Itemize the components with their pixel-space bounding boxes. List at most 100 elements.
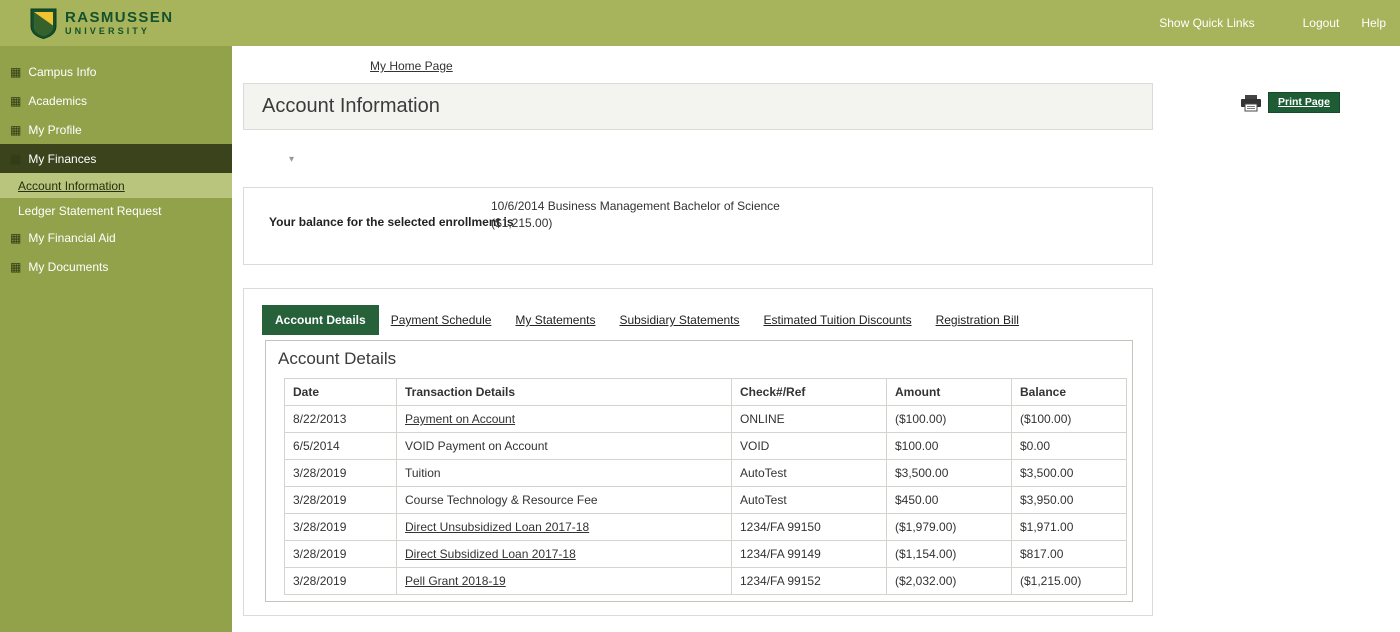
sidebar: ▦Campus Info▦Academics▦My Profile▦My Fin…	[0, 46, 232, 632]
sidebar-item-label: My Profile	[28, 123, 81, 137]
table-row: 3/28/2019 Direct Unsubsidized Loan 2017-1…	[285, 514, 1127, 541]
sidebar-item-my-finances[interactable]: ▦ My Finances	[0, 144, 232, 173]
cell-details: VOID Payment on Account	[397, 433, 732, 460]
cell-balance: $1,971.00	[1012, 514, 1127, 541]
sidebar-item-label: My Finances	[28, 152, 96, 166]
sidebar-item-label: Academics	[28, 94, 87, 108]
brand-subname: UNIVERSITY	[65, 27, 173, 36]
sidebar-item-my-documents[interactable]: ▦ My Documents	[0, 252, 232, 281]
column-header-amount: Amount	[887, 379, 1012, 406]
transaction-link[interactable]: Direct Unsubsidized Loan 2017-18	[405, 520, 589, 534]
cell-ref: 1234/FA 99150	[732, 514, 887, 541]
cell-amount: $450.00	[887, 487, 1012, 514]
help-link[interactable]: Help	[1361, 16, 1386, 30]
table-row: 3/28/2019 Direct Subsidized Loan 2017-18 1…	[285, 541, 1127, 568]
transaction-link[interactable]: Direct Subsidized Loan 2017-18	[405, 547, 576, 561]
table-row: 3/28/2019Course Technology & Resource Fe…	[285, 487, 1127, 514]
cell-date: 3/28/2019	[285, 568, 397, 595]
column-header-transaction-details: Transaction Details	[397, 379, 732, 406]
column-header-check-ref: Check#/Ref	[732, 379, 887, 406]
topbar-links: Show Quick Links Logout Help	[1137, 16, 1386, 30]
table-row: 8/22/2013Payment on AccountONLINE($100.0…	[285, 406, 1127, 433]
transactions-table: DateTransaction DetailsCheck#/RefAmountB…	[284, 378, 1127, 595]
section-title: Account Details	[278, 349, 1132, 369]
sidebar-item-label: My Documents	[28, 260, 108, 274]
page-title: Account Information	[244, 84, 1152, 129]
grid-icon: ▦	[10, 124, 21, 136]
sidebar-item-label: My Financial Aid	[28, 231, 115, 245]
cell-date: 6/5/2014	[285, 433, 397, 460]
table-row: 6/5/2014VOID Payment on AccountVOID$100.…	[285, 433, 1127, 460]
sidebar-item-label: Account Information	[18, 179, 125, 193]
brand-name: RASMUSSEN	[65, 10, 173, 26]
grid-icon: ▦	[10, 261, 21, 273]
grid-icon: ▦	[10, 232, 21, 244]
grid-icon: ▦	[10, 153, 21, 165]
cell-balance: $3,500.00	[1012, 460, 1127, 487]
cell-amount: ($1,979.00)	[887, 514, 1012, 541]
cell-date: 3/28/2019	[285, 514, 397, 541]
chevron-down-icon: ▾	[289, 155, 294, 165]
main-content: My Home Page Account Information Print P…	[232, 46, 1400, 632]
sidebar-item-ledger-statement-request[interactable]: Ledger Statement Request	[0, 198, 232, 223]
sidebar-item-label: Ledger Statement Request	[18, 204, 161, 218]
cell-details: Tuition	[397, 460, 732, 487]
cell-amount: $3,500.00	[887, 460, 1012, 487]
tab-estimated-tuition-discounts[interactable]: Estimated Tuition Discounts	[752, 305, 924, 335]
cell-ref: VOID	[732, 433, 887, 460]
enrollment-dropdown[interactable]: ▾	[246, 151, 294, 169]
sidebar-item-my-financial-aid[interactable]: ▦ My Financial Aid	[0, 223, 232, 252]
grid-icon: ▦	[10, 95, 21, 107]
cell-date: 8/22/2013	[285, 406, 397, 433]
sidebar-item-label: Campus Info	[28, 65, 96, 79]
cell-amount: ($1,154.00)	[887, 541, 1012, 568]
cell-details: Pell Grant 2018-19	[397, 568, 732, 595]
sidebar-item-campus-info[interactable]: ▦Campus Info	[0, 57, 232, 86]
account-details-box: Account Details DateTransaction DetailsC…	[265, 340, 1133, 602]
tab-payment-schedule[interactable]: Payment Schedule	[379, 305, 504, 335]
print-area: Print Page	[1240, 92, 1340, 113]
cell-amount: ($2,032.00)	[887, 568, 1012, 595]
transaction-link[interactable]: Payment on Account	[405, 412, 515, 426]
table-row: 3/28/2019TuitionAutoTest$3,500.00$3,500.…	[285, 460, 1127, 487]
sidebar-menu: ▦Campus Info▦Academics▦My Profile▦My Fin…	[0, 46, 232, 281]
balance-amount: ($1,215.00)	[491, 216, 552, 230]
column-header-balance: Balance	[1012, 379, 1127, 406]
balance-panel: Your balance for the selected enrollment…	[243, 187, 1153, 265]
sidebar-item-academics[interactable]: ▦ Academics	[0, 86, 232, 115]
cell-date: 3/28/2019	[285, 541, 397, 568]
cell-ref: AutoTest	[732, 460, 887, 487]
tab-registration-bill[interactable]: Registration Bill	[924, 305, 1031, 335]
cell-date: 3/28/2019	[285, 460, 397, 487]
column-header-date: Date	[285, 379, 397, 406]
my-home-page-link[interactable]: My Home Page	[370, 59, 453, 73]
topbar: RASMUSSEN UNIVERSITY Show Quick Links Log…	[0, 0, 1400, 46]
enrollment-description: 10/6/2014 Business Management Bachelor o…	[491, 199, 780, 213]
print-page-button[interactable]: Print Page	[1268, 92, 1340, 113]
cell-ref: 1234/FA 99149	[732, 541, 887, 568]
sidebar-item-my-profile[interactable]: ▦ My Profile	[0, 115, 232, 144]
cell-balance: ($1,215.00)	[1012, 568, 1127, 595]
cell-balance: $0.00	[1012, 433, 1127, 460]
brand-text: RASMUSSEN UNIVERSITY	[65, 10, 173, 36]
tab-my-statements[interactable]: My Statements	[503, 305, 607, 335]
cell-balance: $3,950.00	[1012, 487, 1127, 514]
printer-icon	[1240, 94, 1262, 112]
cell-details: Course Technology & Resource Fee	[397, 487, 732, 514]
account-tabs-panel: Account DetailsPayment ScheduleMy Statem…	[243, 288, 1153, 616]
tab-subsidiary-statements[interactable]: Subsidiary Statements	[607, 305, 751, 335]
university-logo: RASMUSSEN UNIVERSITY	[30, 8, 173, 39]
cell-amount: $100.00	[887, 433, 1012, 460]
balance-label: Your balance for the selected enrollment…	[269, 215, 514, 229]
tab-row: Account DetailsPayment ScheduleMy Statem…	[262, 305, 1031, 335]
tab-account-details[interactable]: Account Details	[262, 305, 379, 335]
logout-link[interactable]: Logout	[1303, 16, 1340, 30]
cell-date: 3/28/2019	[285, 487, 397, 514]
cell-amount: ($100.00)	[887, 406, 1012, 433]
shield-logo-icon	[30, 8, 57, 39]
show-quick-links-link[interactable]: Show Quick Links	[1159, 16, 1254, 30]
sidebar-item-account-information[interactable]: Account Information	[0, 173, 232, 198]
cell-ref: ONLINE	[732, 406, 887, 433]
cell-balance: ($100.00)	[1012, 406, 1127, 433]
transaction-link[interactable]: Pell Grant 2018-19	[405, 574, 506, 588]
